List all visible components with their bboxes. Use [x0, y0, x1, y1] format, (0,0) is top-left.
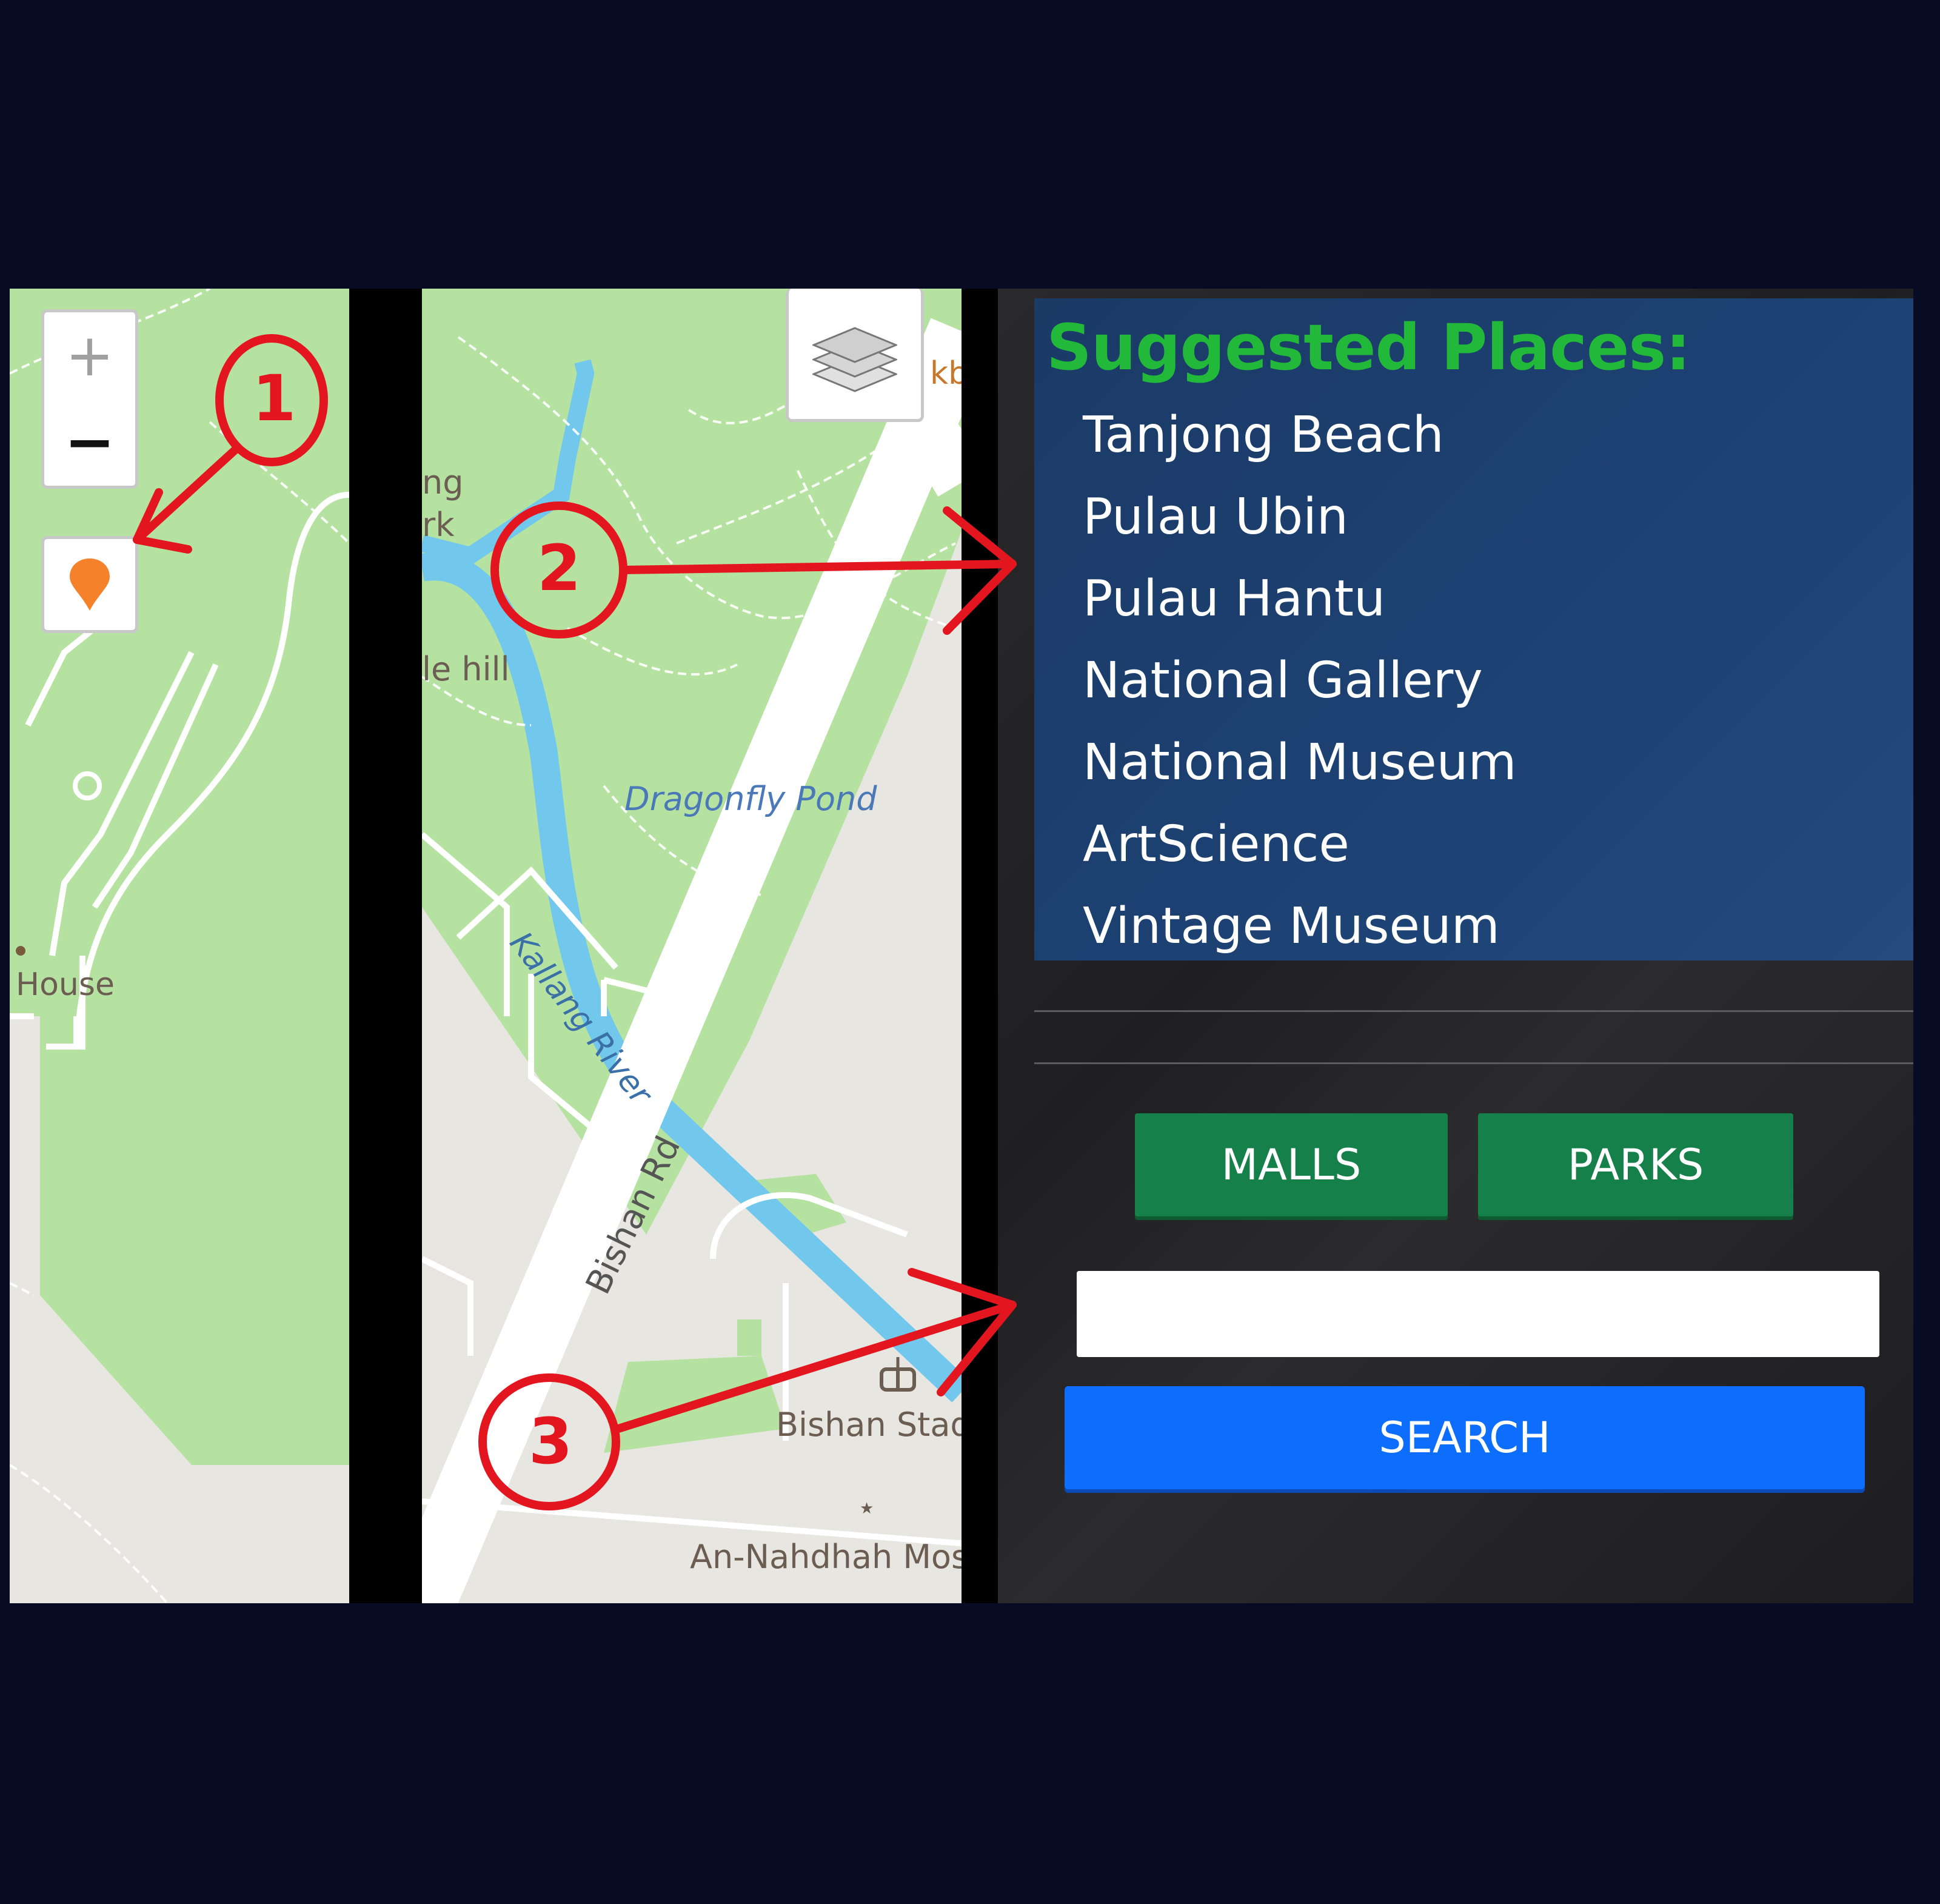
zoom-out-button[interactable]: −	[41, 398, 138, 489]
place-item[interactable]: National Gallery	[1083, 652, 1483, 709]
map-label-house: House	[16, 967, 115, 1003]
map-label-pond: Dragonfly Pond	[624, 780, 877, 818]
layers-icon	[812, 326, 897, 392]
place-item[interactable]: Vintage Museum	[1083, 897, 1500, 955]
place-item[interactable]: Pulau Ubin	[1083, 488, 1348, 546]
divider	[1034, 1062, 1913, 1064]
parks-button[interactable]: PARKS	[1478, 1113, 1793, 1216]
search-button[interactable]: SEARCH	[1065, 1386, 1865, 1489]
locate-marker-button[interactable]	[41, 536, 138, 633]
zoom-out-label: −	[64, 406, 115, 477]
stadium-icon	[880, 1357, 916, 1392]
place-item[interactable]: Tanjong Beach	[1083, 406, 1444, 464]
malls-button[interactable]: MALLS	[1135, 1113, 1448, 1216]
zoom-in-label: +	[65, 321, 115, 389]
map-label-hill: le hill	[422, 650, 510, 688]
map-label-stadium: Bishan Stad	[776, 1406, 962, 1444]
divider	[1034, 1010, 1913, 1012]
svg-text:★: ★	[860, 1500, 874, 1518]
map-panel-left[interactable]: + − House	[10, 289, 349, 1603]
map-label-park-partial-2: rk	[422, 506, 455, 544]
zoom-in-button[interactable]: +	[41, 309, 138, 399]
separator-right	[962, 289, 998, 1603]
map-label-mosque: An-Nahdhah Mos	[690, 1538, 962, 1576]
map-label-partial-top: kb	[930, 355, 962, 392]
place-item[interactable]: ArtScience	[1083, 816, 1350, 873]
place-item[interactable]: Pulau Hantu	[1083, 570, 1385, 628]
suggested-places-box: Suggested Places: Tanjong Beach Pulau Ub…	[1034, 298, 1913, 960]
map-label-park-partial-1: ng	[422, 463, 464, 501]
search-input[interactable]	[1077, 1271, 1879, 1357]
annotation-number-3: 3	[529, 1404, 573, 1478]
map-panel-middle[interactable]: ng rk kb le hill Dragonfly Pond Kallang …	[422, 289, 962, 1603]
layers-button[interactable]	[786, 289, 924, 422]
place-item[interactable]: National Museum	[1083, 734, 1517, 791]
map-marker-icon	[70, 558, 110, 611]
sidebar-panel: Suggested Places: Tanjong Beach Pulau Ub…	[998, 289, 1913, 1603]
suggested-places-title: Suggested Places:	[1046, 310, 1691, 384]
annotation-number-1: 1	[252, 361, 296, 435]
annotation-number-2: 2	[537, 531, 581, 605]
mosque-icon: ★	[837, 1489, 874, 1528]
separator-left	[349, 289, 422, 1603]
